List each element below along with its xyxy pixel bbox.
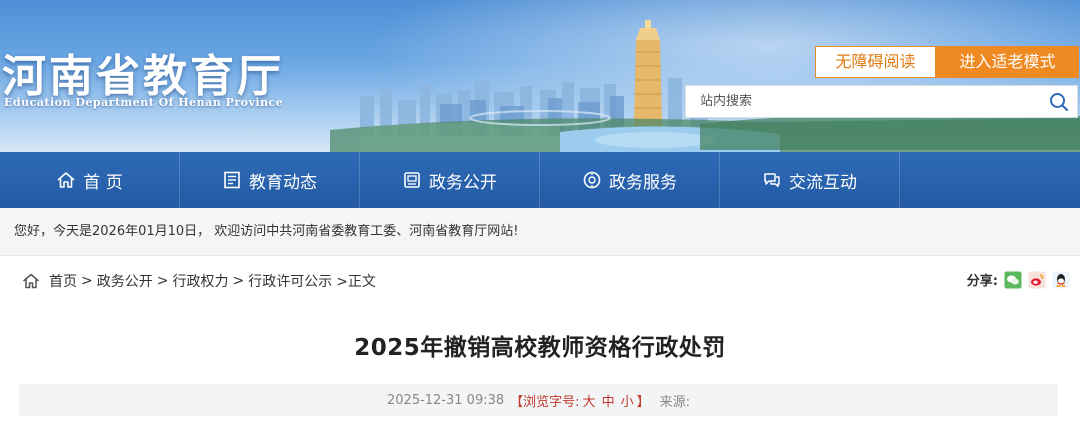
nav-item-news[interactable]: 教育动态 <box>180 152 360 208</box>
news-icon <box>222 170 242 190</box>
article-meta: 2025-12-31 09:38 【浏览字号: 大 中 小 】 来源: <box>19 384 1058 416</box>
chat-icon <box>762 170 782 190</box>
qq-icon[interactable] <box>1052 271 1070 289</box>
document-icon <box>402 170 422 190</box>
search-icon[interactable] <box>1041 86 1077 117</box>
welcome-bar: 您好，今天是2026年01月10日， 欢迎访问中共河南省委教育工委、河南省教育厅… <box>0 208 1080 256</box>
weibo-icon[interactable] <box>1028 271 1046 289</box>
home-icon[interactable] <box>22 272 40 290</box>
service-icon <box>582 170 602 190</box>
header-banner: 河南省教育厅 Education Department Of Henan Pro… <box>0 0 1080 152</box>
nav-item-empty <box>900 152 1080 208</box>
nav-item-label: 交流互动 <box>789 172 857 193</box>
nav-item-label: 政务服务 <box>609 172 677 193</box>
nav-item-label: 首 页 <box>83 172 123 193</box>
font-size-close: 】 <box>636 394 650 410</box>
share-label: 分享: <box>966 274 998 289</box>
home-icon <box>56 170 76 190</box>
accessibility-buttons: 无障碍阅读 进入适老模式 <box>815 46 1079 78</box>
accessibility-reading-button[interactable]: 无障碍阅读 <box>815 46 936 78</box>
nav-item-home[interactable]: 首 页 <box>0 152 180 208</box>
font-size-label: 【浏览字号: <box>510 394 580 410</box>
search-input[interactable] <box>686 86 1041 117</box>
breadcrumb-home[interactable]: 首页 <box>49 271 77 291</box>
main-nav: 首 页 教育动态 政务公开 政务服务 交流互动 <box>0 152 1080 208</box>
wechat-icon[interactable] <box>1004 271 1022 289</box>
breadcrumb-admin-license[interactable]: 行政许可公示 <box>248 271 332 291</box>
nav-item-gov-affairs[interactable]: 政务公开 <box>360 152 540 208</box>
nav-item-gov-services[interactable]: 政务服务 <box>540 152 720 208</box>
breadcrumb-admin-power[interactable]: 行政权力 <box>172 271 228 291</box>
breadcrumb-separator: > <box>81 273 93 289</box>
article-title: 2025年撤销高校教师资格行政处罚 <box>354 335 726 361</box>
breadcrumb: 首页 > 政务公开 > 行政权力 > 行政许可公示 >正文 分享: <box>0 256 1080 306</box>
share-bar: 分享: <box>967 270 1070 289</box>
site-subtitle: Education Department Of Henan Province <box>4 96 284 109</box>
tower <box>634 20 662 126</box>
font-size-large[interactable]: 大 <box>583 391 596 410</box>
article-date: 2025-12-31 09:38 <box>387 392 505 408</box>
breadcrumb-separator: > <box>232 273 245 289</box>
nav-item-label: 政务公开 <box>429 172 497 193</box>
site-search <box>685 85 1078 118</box>
breadcrumb-current: >正文 <box>336 274 376 290</box>
breadcrumb-gov-affairs[interactable]: 政务公开 <box>97 271 153 291</box>
font-size-medium[interactable]: 中 <box>602 391 615 410</box>
elder-mode-button[interactable]: 进入适老模式 <box>936 46 1079 78</box>
font-size-small[interactable]: 小 <box>621 391 634 410</box>
article-source: 来源: <box>659 394 690 410</box>
breadcrumb-separator: > <box>156 273 169 289</box>
nav-item-label: 教育动态 <box>249 172 317 193</box>
site-title: 河南省教育厅 <box>2 51 284 102</box>
nav-item-interaction[interactable]: 交流互动 <box>720 152 900 208</box>
